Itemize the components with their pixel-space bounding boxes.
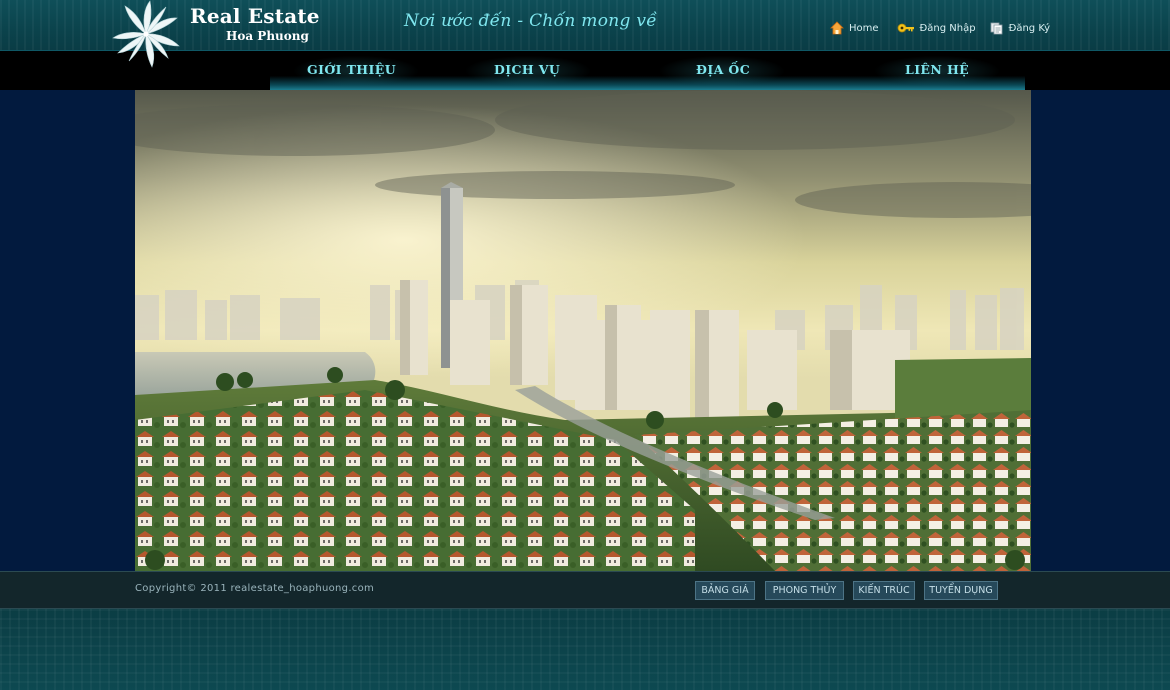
footer-link-tuyen-dung[interactable]: TUYỂN DỤNG [924, 581, 998, 600]
nav-item-dia-oc[interactable]: ĐỊA ỐC [696, 62, 750, 77]
logo-flower-icon[interactable] [108, 0, 184, 72]
home-icon [830, 21, 844, 35]
nav-item-lien-he[interactable]: LIÊN HỆ [905, 62, 969, 77]
nav-item-dich-vu[interactable]: DỊCH VỤ [494, 62, 560, 77]
home-link-label: Home [849, 22, 879, 34]
slogan: Nơi ước đến - Chốn mong về [404, 11, 658, 31]
register-link[interactable]: Đăng Ký [990, 21, 1051, 35]
city-skyline-banner-image [135, 90, 1031, 571]
home-link[interactable]: Home [830, 21, 879, 35]
key-icon [897, 22, 915, 34]
copyright-text: Copyright© 2011 realestate_hoaphuong.com [135, 583, 375, 594]
register-link-label: Đăng Ký [1008, 22, 1051, 34]
login-link-label: Đăng Nhập [919, 22, 976, 34]
login-link[interactable]: Đăng Nhập [897, 22, 976, 34]
footer-link-phong-thuy[interactable]: PHONG THỦY [765, 581, 844, 600]
logo-title: Real Estate [190, 4, 320, 28]
register-icon [990, 21, 1004, 35]
nav-item-gioi-thieu[interactable]: GIỚI THIỆU [307, 62, 396, 77]
footer-link-bang-gia[interactable]: BẢNG GIÁ [695, 581, 755, 600]
top-links: Home Đăng Nhập Đăng Ký [830, 20, 1050, 36]
logo-subtitle: Hoa Phuong [226, 29, 309, 43]
bottom-pattern-band [0, 609, 1170, 690]
footer-link-kien-truc[interactable]: KIẾN TRÚC [853, 581, 915, 600]
main-content [0, 90, 1170, 571]
footer: Copyright© 2011 realestate_hoaphuong.com… [0, 571, 1170, 609]
